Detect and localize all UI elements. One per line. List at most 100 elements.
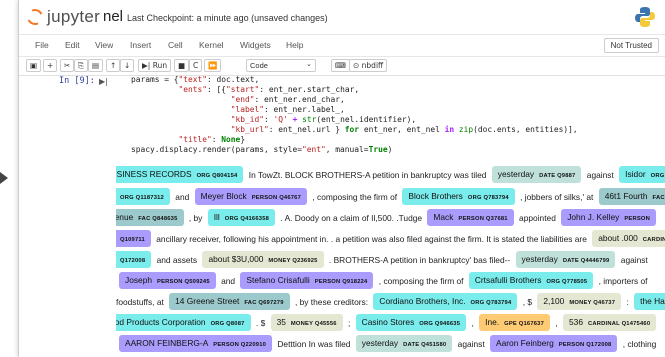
notebook-header: jupyter nel Last Checkpoint: a minute ag… [19,0,665,34]
restart-icon[interactable]: C [189,59,203,72]
menu-view[interactable]: View [95,40,113,50]
entity-mark[interactable]: Food Products Corporation ORG Q8087 [116,314,251,332]
entity-mark[interactable]: 14 Greene Street FAC Q697279 [169,293,290,311]
entity-mark[interactable]: Avenue FAC Q848635 [116,209,184,227]
output-text: , composing the firm of [376,275,466,286]
menu-kernel[interactable]: Kernel [199,40,224,50]
entity-mark[interactable]: Cordiano Brothers, Inc. ORG Q783794 [373,293,518,311]
entity-mark[interactable]: about .000 CARDINA [592,230,665,248]
trusted-indicator[interactable]: Not Trusted [603,38,659,53]
entity-mark[interactable]: John J. Kelley PERSON [561,209,657,227]
entity-mark[interactable]: AARON FEINBERG-A PERSON Q220910 [119,335,273,353]
keyboard-icon[interactable]: ⌨ [331,59,350,72]
entity-label: PERSON Q918224 [314,279,368,286]
run-button[interactable]: ▶| Run [138,59,172,72]
toolbar: ▣ + ✂ ⎘ ▤ ↑ ↓ ▶| Run ■ C ⏩ Code ⌄ ⌨ ⊙ nb… [19,56,665,76]
nbdiff-button[interactable]: ⊙ nbdiff [349,59,388,72]
entity-mark[interactable]: Aaron Feinberg PERSON Q172008 [490,335,618,353]
entity-text: yesterday [521,254,558,265]
entity-label: ORG Q946635 [419,321,461,328]
save-icon[interactable]: ▣ [26,59,42,72]
output-text: and [218,275,238,286]
output-line: Joseph PERSON Q509245 and Stefano Crisafu… [116,270,647,290]
entity-text: Block Brothers [408,191,463,202]
entity-label: PERSON Q509245 [157,279,210,286]
entity-mark[interactable]: Stefano Crisafulli PERSON Q918224 [240,272,374,290]
entity-mark[interactable]: yesterday DATE Q4446799 [515,251,616,269]
entity-mark[interactable]: Joseph PERSON Q509245 [119,272,216,290]
output-text: . BROTHERS-A petition in bankruptcy' bas… [326,254,513,265]
copy-icon[interactable]: ⎘ [74,59,88,72]
entity-text: Crtsafulli Brothers [474,275,542,286]
entity-text: about .000 [598,233,638,244]
move-up-icon[interactable]: ↑ [106,59,121,72]
checkpoint-status: Last Checkpoint: a minute ago (unsaved c… [127,13,328,23]
entity-text: 14 Greene Street [175,296,240,307]
cut-icon[interactable]: ✂ [60,59,75,72]
code-cell[interactable]: params = {"text": doc.text, "ents": [{"s… [131,75,578,155]
entity-label: GPE Q167637 [504,321,545,328]
entity-mark[interactable]: Ill ORG Q4166358 [207,209,276,227]
entity-mark[interactable]: Meyer Block PERSON Q46767 [194,188,308,206]
entity-mark[interactable]: Block Brothers ORG Q783794 [402,188,515,206]
entity-mark[interactable]: yesterday DATE Q451580 [355,335,453,353]
output-text: , by these creditors: [292,296,371,307]
entity-mark[interactable]: Casino Stores ORG Q946635 [355,314,467,332]
entity-mark[interactable]: 35 MONEY Q45556 [270,314,343,332]
output-text: , [469,317,477,328]
entity-label: ORG Q783794 [467,195,509,202]
interrupt-icon[interactable]: ■ [174,59,190,72]
entity-mark[interactable]: Ine. GPE Q167637 [479,314,551,332]
menu-insert[interactable]: Insert [130,40,151,50]
chevron-down-icon: ⌄ [306,61,312,68]
output-text: against [455,338,487,349]
restart-run-icon[interactable]: ⏩ [204,59,222,72]
entity-mark[interactable]: 536 CARDINAL Q1475460 [563,314,657,332]
entity-mark[interactable]: the HaudORG [634,293,665,311]
entity-mark[interactable]: BUSINESS RECORDS ORG Q804154 [116,166,244,184]
output-line: Q172008 and assets about $3U,000 MONEY Q2… [116,249,648,269]
nbdiff-icon: ⊙ [353,61,362,70]
entity-mark[interactable]: Isidor ORG [619,166,665,184]
output-text: appointed [516,212,559,223]
entity-text: John J. Kelley [567,212,620,223]
menu-edit[interactable]: Edit [65,40,80,50]
add-cell-icon[interactable]: + [43,59,58,72]
entity-mark[interactable]: about $3U,000 MONEY Q236925 [202,251,324,269]
entity-mark[interactable]: Q109711 [116,230,151,248]
output-text: , importers of [596,275,648,286]
entity-mark[interactable]: Q172008 [116,251,152,269]
run-label: Run [152,61,168,70]
entity-mark[interactable]: yesterday DATE Q9887 [491,166,582,184]
entity-label: MONEY Q45556 [290,321,337,328]
entity-mark[interactable]: ORG Q1187312 [116,188,170,206]
python-logo-icon [635,7,655,27]
nbdiff-label: nbdiff [361,61,384,70]
cell-type-select[interactable]: Code ⌄ [246,59,316,72]
menu-cell[interactable]: Cell [168,40,183,50]
move-down-icon[interactable]: ↓ [120,59,135,72]
menu-file[interactable]: File [35,40,49,50]
entity-label: PERSON Q46767 [251,195,302,202]
output-text: foodstuffs, at [116,296,167,307]
entity-label: PERSON Q172008 [558,342,612,349]
jupyter-logo[interactable]: jupyter [24,5,100,29]
paste-icon[interactable]: ▤ [88,59,104,72]
entity-text: Cordiano Brothers, Inc. [379,296,466,307]
entity-label: FAC Q697279 [244,300,284,307]
menu-widgets[interactable]: Widgets [240,40,271,50]
entity-label: DATE Q4446799 [562,258,610,265]
notebook-name[interactable]: nel [103,8,123,25]
entity-text: Meyer Block [200,191,247,202]
entity-label: Q172008 [120,258,146,265]
menubar: File Edit View Insert Cell Kernel Widget… [19,34,665,57]
entity-label: MONEY Q236925 [268,258,318,265]
menu-help[interactable]: Help [286,40,303,50]
entity-mark[interactable]: 46t1 Fourth FAC [598,188,665,206]
cell-prompt: In [9]: [59,76,95,86]
entity-mark[interactable]: Crtsafulli Brothers ORG Q778505 [468,272,594,290]
entity-mark[interactable]: 2,100 MONEY Q46737 [537,293,622,311]
entity-label: FAC [652,195,665,202]
entity-mark[interactable]: Mack PERSON Q37681 [427,209,514,227]
cell-run-icon[interactable]: ▶| [99,77,108,86]
